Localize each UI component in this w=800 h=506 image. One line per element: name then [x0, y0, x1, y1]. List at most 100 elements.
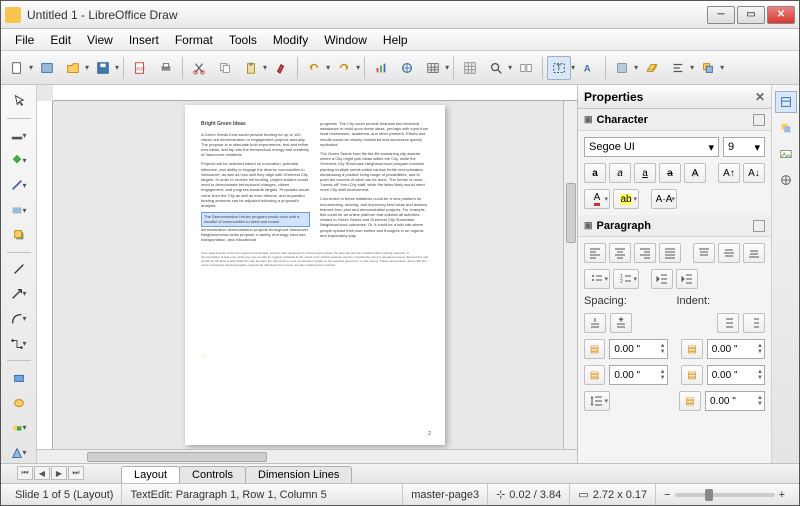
export-pdf-icon[interactable]: PDF — [128, 56, 152, 80]
redo-icon[interactable] — [332, 56, 356, 80]
character-section-header[interactable]: ▣ Character — [578, 109, 771, 131]
dropdown-icon[interactable]: ▾ — [690, 63, 694, 72]
pointer-icon[interactable] — [6, 91, 32, 112]
align-justify-button[interactable] — [659, 243, 681, 263]
menu-file[interactable]: File — [7, 31, 42, 49]
fontwork-icon[interactable]: A — [577, 56, 601, 80]
prev-tab-icon[interactable]: ◀ — [34, 466, 50, 480]
styles-icon[interactable] — [610, 56, 634, 80]
zoom-knob[interactable] — [705, 489, 713, 501]
line-icon[interactable]: ▾ — [6, 175, 32, 196]
scrollbar-horizontal[interactable] — [37, 449, 577, 463]
paragraph-section-header[interactable]: ▣ Paragraph — [578, 215, 771, 237]
dropdown-icon[interactable]: ▾ — [29, 63, 33, 72]
fill-icon[interactable]: ▾ — [6, 200, 32, 221]
maximize-button[interactable]: ▭ — [737, 6, 765, 24]
indent-dec-icon[interactable] — [717, 313, 739, 333]
format-paintbrush-icon[interactable] — [269, 56, 293, 80]
dropdown-icon[interactable]: ▾ — [445, 63, 449, 72]
align-left-button[interactable] — [584, 243, 606, 263]
menu-edit[interactable]: Edit — [42, 31, 79, 49]
font-name-combo[interactable]: Segoe UI▾ — [584, 137, 719, 157]
indent-inc-icon[interactable] — [743, 313, 765, 333]
scroll-thumb[interactable] — [566, 183, 576, 243]
line-tool-icon[interactable] — [6, 259, 32, 280]
zoom-icon[interactable] — [484, 56, 508, 80]
open-icon[interactable] — [61, 56, 85, 80]
menu-insert[interactable]: Insert — [121, 31, 167, 49]
menu-tools[interactable]: Tools — [221, 31, 265, 49]
indent-button[interactable] — [676, 269, 698, 289]
dropdown-icon[interactable]: ▾ — [263, 63, 267, 72]
indent-first-input[interactable]: 0.00 "▲▼ — [705, 391, 765, 411]
shapes-icon[interactable]: ▾ — [6, 417, 32, 438]
hyperlink-icon[interactable] — [395, 56, 419, 80]
zoom-in-button[interactable]: + — [779, 489, 785, 501]
align-right-button[interactable] — [634, 243, 656, 263]
bold-button[interactable]: a — [584, 163, 606, 183]
shadow-icon[interactable] — [6, 225, 32, 246]
italic-button[interactable]: a — [609, 163, 631, 183]
dropdown-icon[interactable]: ▾ — [85, 63, 89, 72]
highlight-color-button[interactable]: ab▾ — [613, 189, 639, 209]
space-above-icon[interactable]: ▤ — [584, 339, 605, 359]
dropdown-icon[interactable]: ▾ — [326, 63, 330, 72]
indent-left-icon[interactable]: ▤ — [681, 339, 702, 359]
templates-icon[interactable] — [35, 56, 59, 80]
zoom-slider[interactable] — [675, 493, 775, 497]
gallery-tab-icon[interactable] — [775, 143, 797, 165]
last-tab-icon[interactable]: ⏭ — [68, 466, 84, 480]
menu-window[interactable]: Window — [316, 31, 375, 49]
menu-format[interactable]: Format — [167, 31, 221, 49]
dropdown-icon[interactable]: ▾ — [356, 63, 360, 72]
arrange-icon[interactable] — [696, 56, 720, 80]
undo-icon[interactable] — [302, 56, 326, 80]
align-center-button[interactable] — [609, 243, 631, 263]
dropdown-icon[interactable]: ▾ — [115, 63, 119, 72]
first-tab-icon[interactable]: ⏮ — [17, 466, 33, 480]
navigator-tab-icon[interactable] — [775, 169, 797, 191]
space-below-icon[interactable]: ▤ — [584, 365, 605, 385]
font-size-combo[interactable]: 9▾ — [723, 137, 765, 157]
arrow-tool-icon[interactable]: ▾ — [6, 283, 32, 304]
tab-dimension[interactable]: Dimension Lines — [245, 466, 352, 483]
navigator-icon[interactable] — [514, 56, 538, 80]
ellipse-icon[interactable] — [6, 392, 32, 413]
print-icon[interactable] — [154, 56, 178, 80]
collapse-icon[interactable]: ▣ — [584, 220, 593, 231]
space-above-dec-icon[interactable] — [584, 313, 606, 333]
align-bottom-button[interactable] — [743, 243, 765, 263]
decrease-size-button[interactable]: A↓ — [743, 163, 765, 183]
close-panel-icon[interactable]: ✕ — [755, 90, 765, 104]
paste-icon[interactable] — [239, 56, 263, 80]
space-below-input[interactable]: 0.00 "▲▼ — [609, 365, 667, 385]
line-color-icon[interactable]: ▾ — [6, 125, 32, 146]
dropdown-icon[interactable]: ▾ — [508, 63, 512, 72]
connector-icon[interactable]: ▾ — [6, 333, 32, 354]
space-above-inc-icon[interactable] — [610, 313, 632, 333]
indent-right-input[interactable]: 0.00 "▲▼ — [707, 365, 765, 385]
close-button[interactable]: ✕ — [767, 6, 795, 24]
status-master[interactable]: master-page3 — [403, 484, 488, 505]
tab-controls[interactable]: Controls — [179, 466, 246, 483]
styles-tab-icon[interactable] — [775, 117, 797, 139]
zoom-out-button[interactable]: − — [664, 489, 670, 501]
basic-shapes-icon[interactable]: ▾ — [6, 442, 32, 463]
indent-left-input[interactable]: 0.00 "▲▼ — [707, 339, 765, 359]
font-color-button[interactable]: A▾ — [584, 189, 610, 209]
scrollbar-vertical[interactable] — [563, 101, 577, 449]
textbox-icon[interactable]: T — [547, 56, 571, 80]
char-spacing-button[interactable]: A·A▾ — [651, 189, 677, 209]
table-icon[interactable] — [421, 56, 445, 80]
scroll-thumb[interactable] — [87, 452, 267, 462]
numbering-button[interactable]: 12▾ — [613, 269, 639, 289]
indent-first-icon[interactable]: ▤ — [679, 391, 701, 411]
outdent-button[interactable] — [651, 269, 673, 289]
bullets-button[interactable]: ▾ — [584, 269, 610, 289]
chart-icon[interactable] — [369, 56, 393, 80]
dropdown-icon[interactable]: ▾ — [720, 63, 724, 72]
more-options-icon[interactable] — [753, 220, 765, 232]
cut-icon[interactable] — [187, 56, 211, 80]
increase-size-button[interactable]: A↑ — [718, 163, 740, 183]
underline-button[interactable]: a — [634, 163, 656, 183]
